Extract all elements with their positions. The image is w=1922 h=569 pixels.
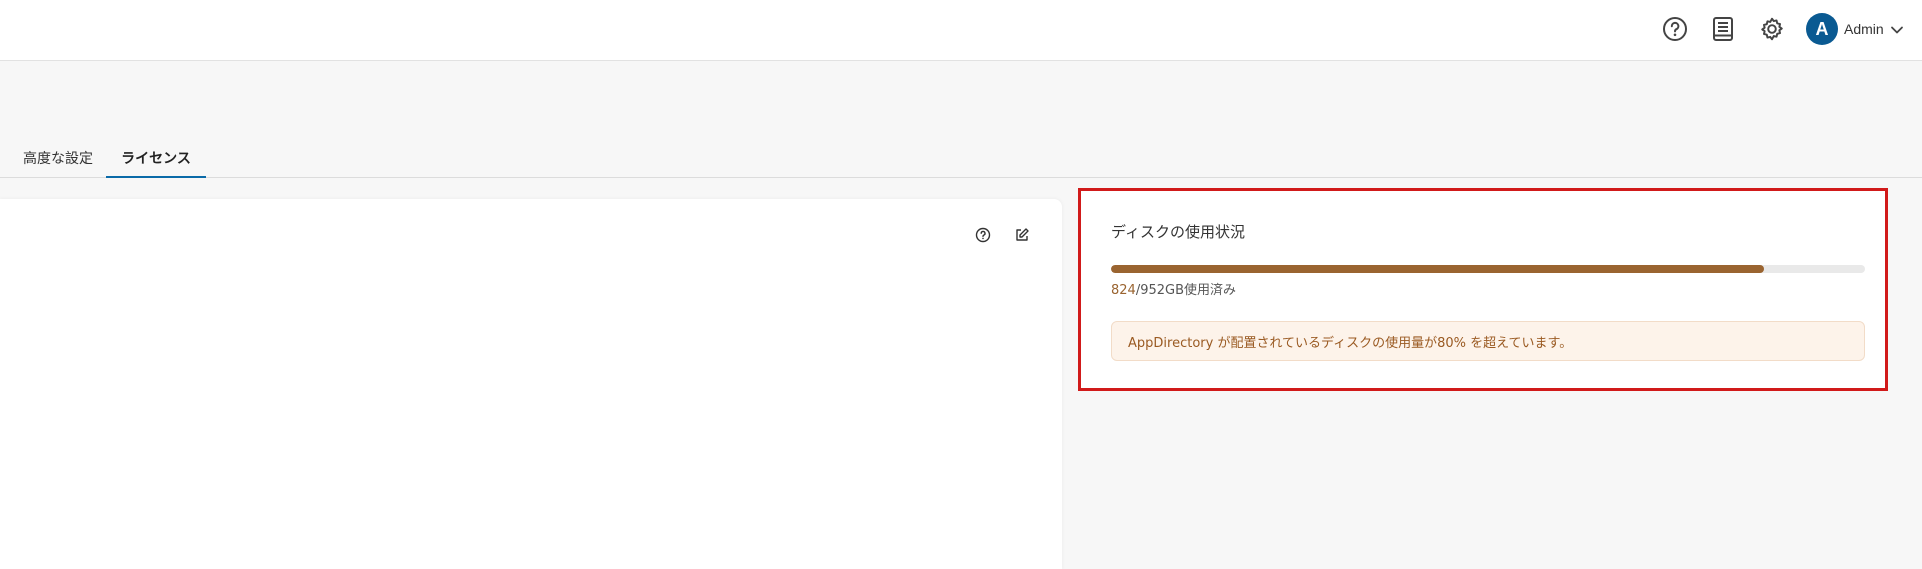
tab-advanced-settings[interactable]: 高度な設定 [20, 148, 96, 178]
disk-used-value: 824 [1111, 283, 1136, 298]
top-bar: A Admin [0, 0, 1922, 61]
disk-usage-panel: ディスクの使用状況 824/952GB使用済み AppDirectory が配置… [1078, 188, 1888, 391]
disk-usage-text: 824/952GB使用済み [1111, 279, 1236, 298]
tab-license[interactable]: ライセンス [106, 148, 206, 178]
disk-usage-bar-fill [1111, 265, 1764, 273]
user-menu[interactable]: A Admin [1806, 13, 1904, 45]
book-icon[interactable] [1708, 14, 1738, 44]
user-name[interactable]: Admin [1844, 21, 1884, 37]
settings-tabs: 高度な設定 ライセンス [0, 140, 1922, 178]
gear-icon[interactable] [1757, 14, 1787, 44]
chevron-down-icon[interactable] [1890, 20, 1904, 39]
disk-usage-title: ディスクの使用状況 [1111, 223, 1245, 241]
license-card [0, 199, 1062, 569]
disk-total-label: /952GB使用済み [1135, 283, 1237, 298]
disk-usage-bar [1111, 265, 1865, 273]
disk-usage-warning: AppDirectory が配置されているディスクの使用量が80% を超えていま… [1111, 321, 1865, 361]
help-icon[interactable] [1660, 14, 1690, 44]
edit-icon[interactable] [1012, 225, 1032, 245]
help-icon[interactable] [973, 225, 993, 245]
avatar[interactable]: A [1806, 13, 1838, 45]
